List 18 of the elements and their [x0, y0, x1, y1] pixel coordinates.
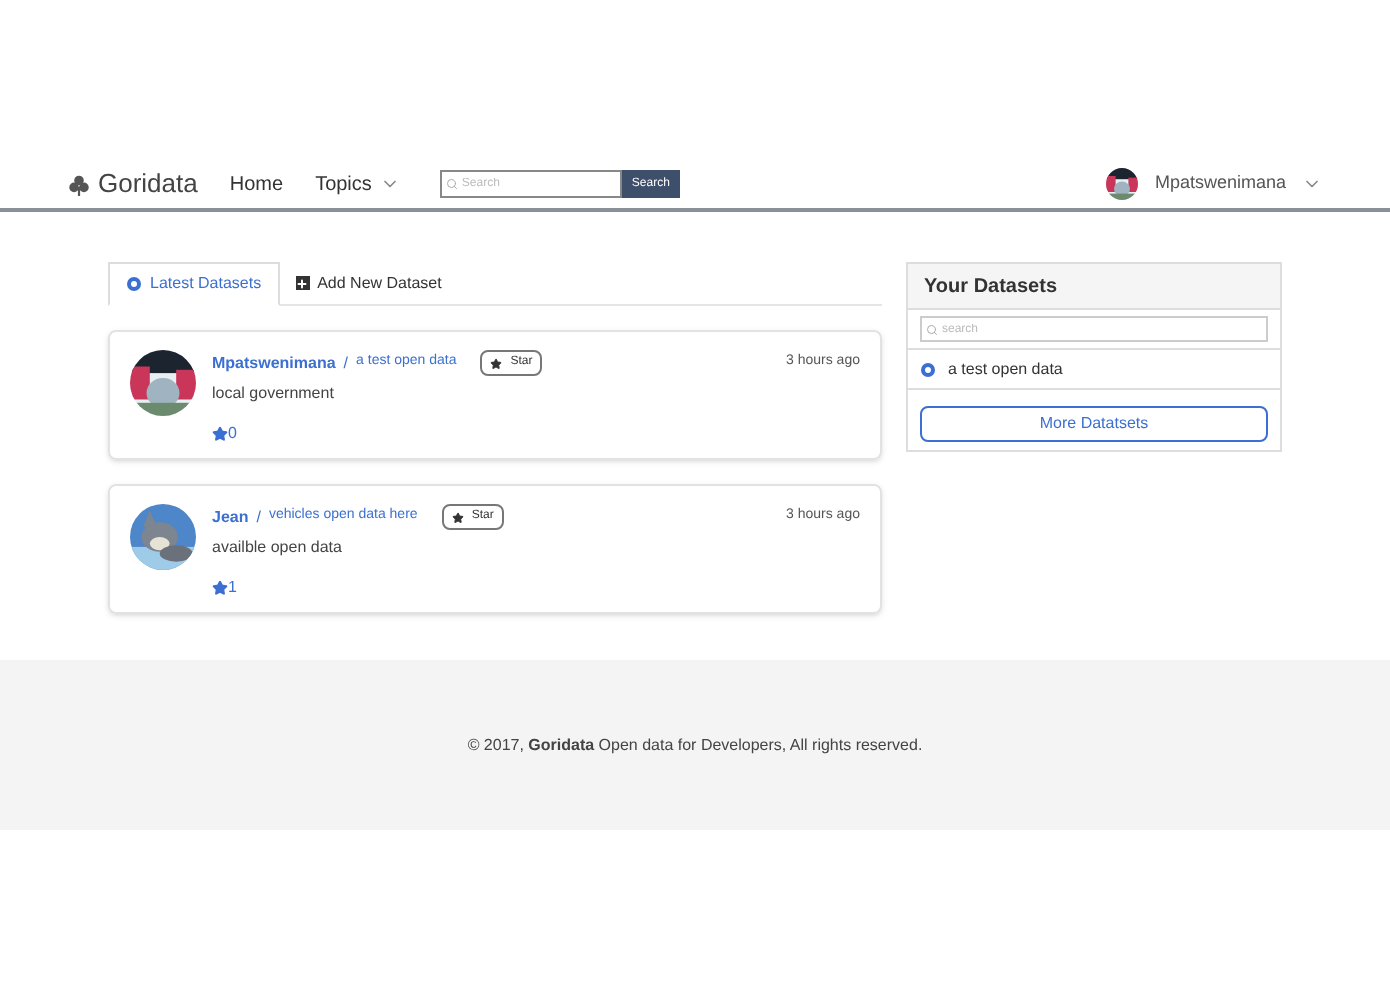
dataset-item[interactable]: a test open data	[908, 350, 1280, 390]
footer-text: © 2017, Goridata Open data for Developers, All rights reserved.	[467, 733, 923, 757]
more-datasets-button[interactable]: More Datatsets	[920, 406, 1268, 442]
topics-dropdown[interactable]: Topics	[315, 169, 400, 199]
panel-title: Your Datasets	[924, 273, 1058, 302]
brand-logo[interactable]: Goridata	[98, 164, 198, 204]
separator: /	[256, 505, 261, 529]
description: availble open data	[212, 536, 344, 560]
tab[interactable]: Latest Datasets	[108, 262, 280, 306]
tab[interactable]: Add New Dataset	[279, 262, 458, 304]
star-count: 0	[228, 422, 237, 446]
separator: /	[343, 351, 349, 375]
nav-link[interactable]: Home	[229, 169, 284, 199]
user-menu[interactable]: Mpatswenimana	[1154, 170, 1322, 198]
owner-link[interactable]: Jean	[212, 505, 249, 529]
owner-link[interactable]: Mpatswenimana	[212, 351, 336, 375]
description: local government	[212, 382, 336, 406]
star-count: 1	[228, 576, 237, 600]
